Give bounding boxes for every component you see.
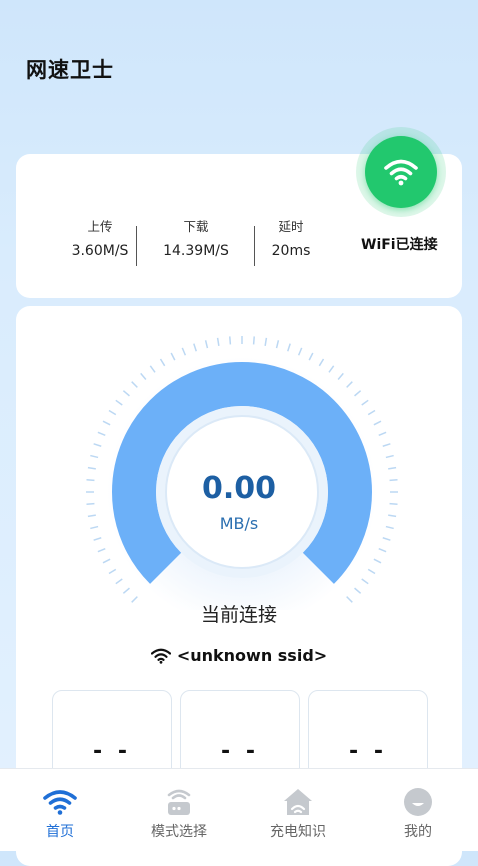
gauge-tick [93, 537, 102, 541]
current-connection-label: 当前连接 [200, 604, 277, 626]
tab-label: 模式选择 [151, 824, 207, 840]
tab-home[interactable]: 首页 [10, 787, 110, 841]
latency-value: 20ms [271, 243, 311, 259]
gauge-tick [373, 420, 382, 426]
divider [254, 226, 255, 266]
gauge-tick [149, 365, 156, 373]
gauge-tick [122, 390, 130, 397]
latency-stat: 延时 20ms [266, 216, 316, 259]
speed-unit: MB/s [219, 514, 259, 533]
gauge-tick [367, 409, 376, 416]
wifi-status-label: WiFi已连接 [361, 237, 438, 253]
gauge-tick [382, 443, 391, 447]
speed-value: 0.00 [201, 471, 277, 506]
home-icon [248, 787, 348, 817]
divider [136, 226, 137, 266]
tab-profile[interactable]: 我的 [368, 787, 468, 841]
gauge-tick [388, 466, 397, 470]
gauge-tick [93, 443, 102, 447]
profile-icon [368, 787, 468, 817]
gauge-tick [354, 390, 362, 397]
gauge-tick [122, 587, 130, 594]
tab-charging-knowledge[interactable]: 充电知识 [248, 787, 348, 841]
gauge-tick [204, 340, 209, 349]
ssid-row: <unknown ssid> [16, 646, 462, 665]
gauge-tick [297, 347, 303, 356]
gauge-tick [373, 558, 382, 564]
gauge-tick [385, 454, 394, 459]
router-icon [129, 787, 229, 817]
gauge-tick [252, 336, 255, 345]
gauge-tick [229, 336, 232, 345]
download-label: 下载 [183, 219, 209, 234]
gauge-tick [275, 340, 280, 349]
latency-label: 延时 [278, 219, 304, 234]
ssid-name: <unknown ssid> [176, 646, 328, 665]
gauge-tick [382, 537, 391, 541]
wifi-icon [365, 136, 437, 208]
gauge-tick [108, 568, 117, 575]
download-stat: 下载 14.39M/S [158, 216, 234, 259]
gauge-tick [97, 431, 106, 437]
download-value: 14.39M/S [163, 243, 229, 259]
gauge-tick [97, 547, 106, 553]
gauge-tick [115, 399, 123, 406]
gauge-tick [108, 409, 117, 416]
gauge-tick [361, 578, 369, 585]
tab-mode-select[interactable]: 模式选择 [129, 787, 229, 841]
bottom-tab-bar: 首页 模式选择 充电知识 我的 [0, 768, 478, 851]
gauge-tick [264, 337, 268, 346]
gauge-tick [102, 420, 111, 426]
gauge-tick [159, 358, 166, 367]
gauge-tick [318, 358, 325, 367]
speed-gauge [86, 336, 398, 610]
gauge-tick [140, 372, 147, 380]
gauge-tick [115, 578, 123, 585]
wifi-status-badge[interactable] [356, 127, 446, 217]
tab-label: 充电知识 [270, 824, 326, 840]
gauge-tick [131, 381, 138, 388]
gauge-tick [87, 466, 96, 470]
upload-stat: 上传 3.60M/S [68, 216, 132, 259]
gauge-tick [367, 568, 376, 575]
gauge-tick [102, 558, 111, 564]
wifi-icon [150, 648, 171, 664]
gauge-tick [354, 587, 362, 594]
upload-label: 上传 [87, 219, 113, 234]
app-title: 网速卫士 [26, 58, 114, 82]
tab-label: 我的 [404, 824, 432, 840]
gauge-tick [216, 337, 220, 346]
wifi-icon [10, 787, 110, 817]
gauge-tick [346, 381, 353, 388]
gauge-tick [90, 454, 99, 459]
tab-label: 首页 [46, 824, 74, 840]
gauge-tick [378, 431, 387, 437]
upload-value: 3.60M/S [71, 243, 129, 259]
gauge-tick [287, 343, 291, 352]
gauge-tick [193, 343, 197, 352]
gauge-tick [181, 347, 187, 356]
gauge-tick [170, 352, 176, 361]
gauge-tick [361, 399, 369, 406]
gauge-tick [378, 547, 387, 553]
gauge-tick [308, 352, 314, 361]
gauge-tick [337, 372, 344, 380]
gauge-tick [328, 365, 335, 373]
